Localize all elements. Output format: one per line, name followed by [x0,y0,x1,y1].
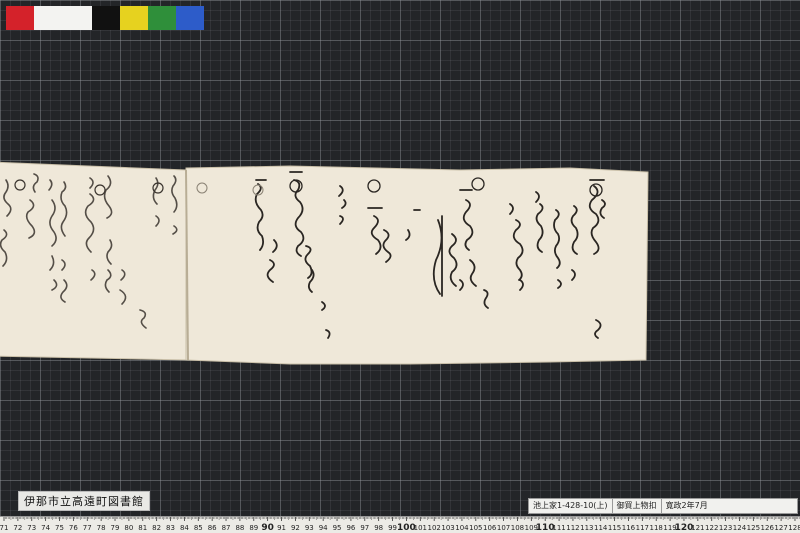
document-scroll-image [0,161,649,365]
ruler-number: 74 [41,524,50,532]
ruler-number: 79 [111,524,120,532]
ruler-number: 91 [277,524,286,532]
library-label: 伊那市立高遠町図書館 [18,491,150,511]
paper-sheet-right [185,165,649,365]
ruler-number: 118 [650,524,663,532]
swatch-red [6,6,34,30]
swatch-green [148,6,176,30]
ruler-number: 123 [719,524,732,532]
ruler-number: 103 [441,524,454,532]
ruler-number: 93 [305,524,314,532]
ruler-number: 113 [580,524,593,532]
document-scroll [0,160,650,365]
ruler-number: 116 [622,524,636,532]
ruler-number: 99 [388,524,397,532]
swatch-yellow [120,6,148,30]
ruler-number: 73 [27,524,36,532]
ruler-number: 115 [608,524,621,532]
ruler-number: 83 [166,524,175,532]
ruler-number: 89 [249,524,258,532]
ruler-number: 124 [733,524,747,532]
ruler-number: 114 [594,524,608,532]
ruler-number: 88 [235,524,244,532]
ruler-number: 97 [360,524,369,532]
ruler-number: 127 [774,524,787,532]
ruler-number: 84 [180,524,189,532]
ruler-number: 85 [194,524,203,532]
ruler-number: 90 [261,523,274,533]
ruler-number: 71 [0,524,8,532]
catalog-info-strip: 池上家1-428-10(上) 御買上物扣 寛政2年7月 [528,498,798,514]
ruler-number: 82 [152,524,161,532]
ruler-number: 121 [691,524,704,532]
ruler-number: 122 [705,524,718,532]
ruler-number: 95 [333,524,342,532]
ruler-number: 102 [427,524,440,532]
ruler-number: 105 [469,524,482,532]
ruler-number: 126 [761,524,775,532]
ruler-number: 125 [747,524,760,532]
ruler-number: 108 [511,524,524,532]
ruler-number: 112 [566,524,579,532]
ruler-number: 111 [552,524,565,532]
ruler-number: 101 [414,524,427,532]
swatch-white [34,6,92,30]
ruler-scale: 71 72 73 74 75 76 77 78 79 80 81 82 83 84 85 86 87 88 89 90… [0,517,800,533]
ruler-number: 98 [374,524,383,532]
document-date: 寛政2年7月 [665,501,708,510]
ruler-number: 81 [138,524,147,532]
ruler-number: 77 [83,524,92,532]
swatch-black [92,6,120,30]
ruler-number: 75 [55,524,64,532]
ruler-number: 128 [788,524,800,532]
ruler-number: 94 [319,524,328,532]
paper-sheet-left [0,161,189,361]
ruler-number: 96 [346,524,355,532]
catalog-number: 池上家1-428-10(上) [529,499,613,513]
ruler-number: 106 [483,524,497,532]
scan-stage: 伊那市立高遠町図書館 池上家1-428-10(上) 御買上物扣 寛政2年7月 7… [0,0,800,533]
ruler-number: 78 [97,524,106,532]
ruler-number: 117 [636,524,649,532]
color-calibration-chart [6,6,204,30]
ruler-number: 86 [208,524,217,532]
ruler-number: 92 [291,524,300,532]
ruler-number: 87 [222,524,231,532]
measurement-ruler: 71 72 73 74 75 76 77 78 79 80 81 82 83 84 85 86 87 88 89 90… [0,516,800,533]
swatch-blue [176,6,204,30]
document-title: 御買上物扣 [613,499,662,513]
ruler-number: 80 [124,524,133,532]
ruler-number: 107 [497,524,510,532]
ruler-number: 104 [455,524,469,532]
ruler-number: 76 [69,524,78,532]
ruler-number: 72 [13,524,22,532]
